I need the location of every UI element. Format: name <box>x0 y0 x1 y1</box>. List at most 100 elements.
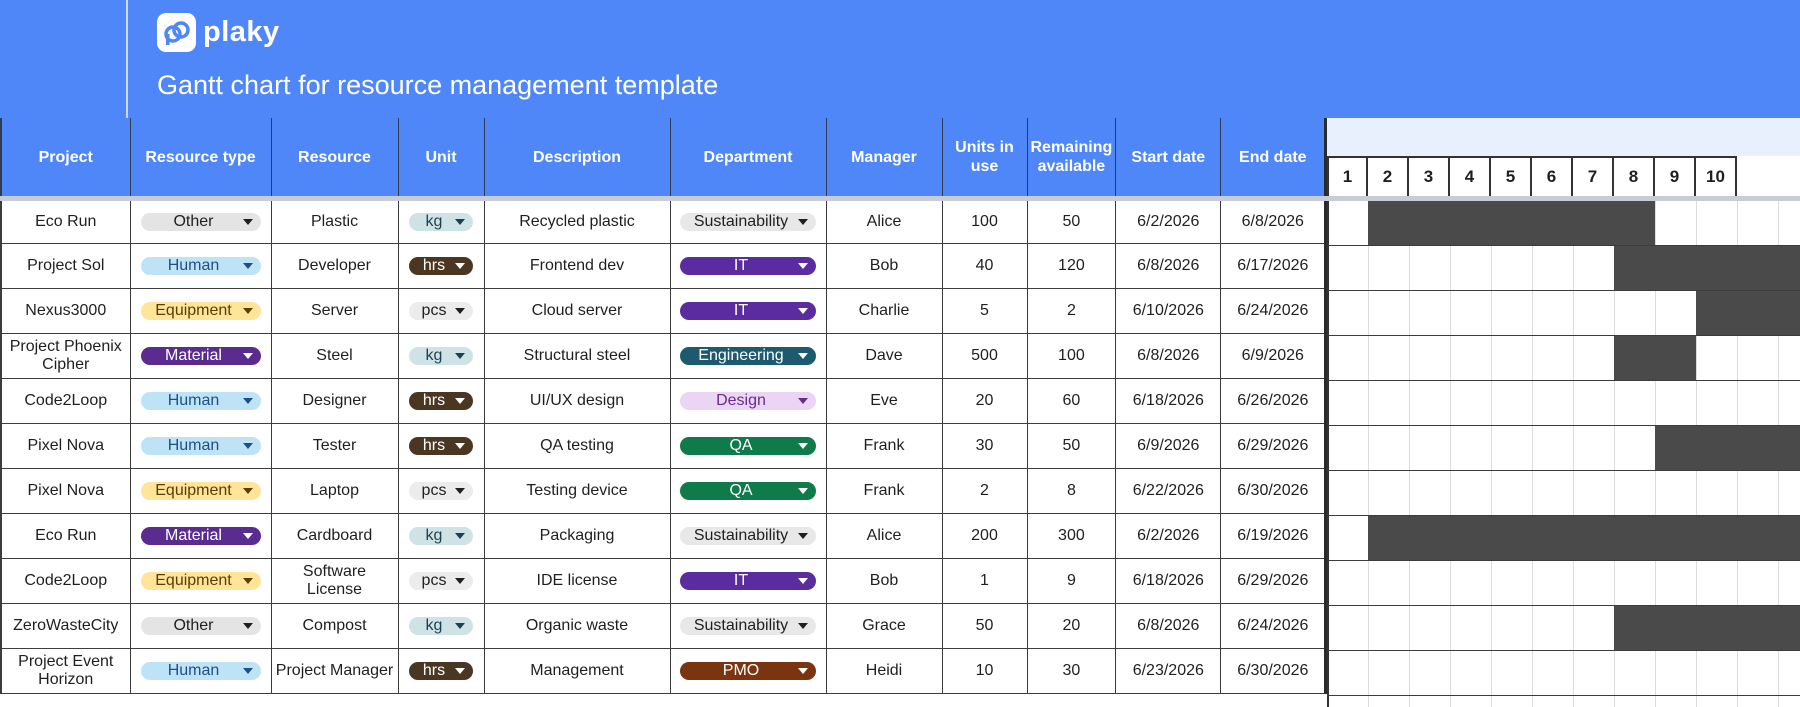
resource-type-dropdown[interactable]: Equipment <box>140 482 261 500</box>
resource-type-dropdown[interactable]: Human <box>140 437 261 455</box>
unit-dropdown[interactable]: pcs <box>409 302 473 320</box>
cell-description[interactable]: Cloud server <box>484 288 671 334</box>
column-header-department[interactable]: Department <box>670 118 827 201</box>
resource-type-dropdown[interactable]: Human <box>140 392 261 410</box>
cell-manager[interactable]: Frank <box>826 468 943 514</box>
unit-dropdown[interactable]: pcs <box>409 482 473 500</box>
department-dropdown[interactable]: Design <box>680 392 816 410</box>
cell-resource[interactable]: Tester <box>271 423 399 469</box>
table-row[interactable]: Project Sol Human Developer hrs Frontend dev… <box>0 243 1328 289</box>
cell-start-date[interactable]: 6/23/2026 <box>1115 648 1222 694</box>
cell-resource[interactable]: Server <box>271 288 399 334</box>
table-row[interactable]: Eco Run Other Plastic kg Recycled plastic Sus… <box>0 198 1328 244</box>
cell-units-in-use[interactable]: 30 <box>942 423 1028 469</box>
cell-resource[interactable]: Steel <box>271 333 399 379</box>
cell-units-in-use[interactable]: 40 <box>942 243 1028 289</box>
unit-dropdown[interactable]: hrs <box>409 662 473 680</box>
table-row[interactable]: Pixel Nova Human Tester hrs QA testing QA Fran… <box>0 423 1328 469</box>
cell-manager[interactable]: Bob <box>826 558 943 604</box>
cell-units-in-use[interactable]: 500 <box>942 333 1028 379</box>
cell-description[interactable]: Structural steel <box>484 333 671 379</box>
cell-end-date[interactable]: 6/30/2026 <box>1220 648 1328 694</box>
cell-units-in-use[interactable]: 50 <box>942 603 1028 649</box>
cell-remaining-available[interactable]: 20 <box>1027 603 1117 649</box>
column-header-project[interactable]: Project <box>0 118 131 201</box>
department-dropdown[interactable]: IT <box>680 572 816 590</box>
cell-description[interactable]: IDE license <box>484 558 671 604</box>
cell-resource[interactable]: Plastic <box>271 198 399 244</box>
cell-project[interactable]: Pixel Nova <box>0 423 131 469</box>
department-dropdown[interactable]: IT <box>680 257 816 275</box>
cell-units-in-use[interactable]: 20 <box>942 378 1028 424</box>
resource-type-dropdown[interactable]: Material <box>140 527 261 545</box>
cell-project[interactable]: ZeroWasteCity <box>0 603 131 649</box>
resource-type-dropdown[interactable]: Human <box>140 662 261 680</box>
cell-start-date[interactable]: 6/2/2026 <box>1115 513 1222 559</box>
cell-manager[interactable]: Eve <box>826 378 943 424</box>
unit-dropdown[interactable]: kg <box>409 617 473 635</box>
unit-dropdown[interactable]: kg <box>409 527 473 545</box>
resource-type-dropdown[interactable]: Human <box>140 257 261 275</box>
column-header-remaining-available[interactable]: Remaining available <box>1027 118 1117 201</box>
gantt-bar[interactable] <box>1614 246 1800 290</box>
department-dropdown[interactable]: PMO <box>680 662 816 680</box>
cell-end-date[interactable]: 6/24/2026 <box>1220 288 1328 334</box>
gantt-bar[interactable] <box>1696 291 1800 335</box>
table-row[interactable]: Eco Run Material Cardboard kg Packaging Susta… <box>0 513 1328 559</box>
cell-resource[interactable]: Laptop <box>271 468 399 514</box>
table-row[interactable]: ZeroWasteCity Other Compost kg Organic waste… <box>0 603 1328 649</box>
table-row[interactable]: Project Phoenix Cipher Material Steel kg Str… <box>0 333 1328 379</box>
cell-end-date[interactable]: 6/29/2026 <box>1220 423 1328 469</box>
gantt-bar[interactable] <box>1614 336 1696 380</box>
resource-type-dropdown[interactable]: Equipment <box>140 302 261 320</box>
cell-start-date[interactable]: 6/18/2026 <box>1115 558 1222 604</box>
cell-remaining-available[interactable]: 300 <box>1027 513 1117 559</box>
department-dropdown[interactable]: Sustainability <box>680 617 816 635</box>
cell-remaining-available[interactable]: 60 <box>1027 378 1117 424</box>
cell-start-date[interactable]: 6/22/2026 <box>1115 468 1222 514</box>
resource-type-dropdown[interactable]: Material <box>140 347 261 365</box>
cell-start-date[interactable]: 6/9/2026 <box>1115 423 1222 469</box>
department-dropdown[interactable]: QA <box>680 437 816 455</box>
gantt-bar[interactable] <box>1655 426 1800 470</box>
cell-resource[interactable]: Cardboard <box>271 513 399 559</box>
cell-manager[interactable]: Bob <box>826 243 943 289</box>
cell-project[interactable]: Nexus3000 <box>0 288 131 334</box>
cell-start-date[interactable]: 6/10/2026 <box>1115 288 1222 334</box>
cell-project[interactable]: Code2Loop <box>0 558 131 604</box>
cell-project[interactable]: Project Event Horizon <box>0 648 131 694</box>
table-row[interactable]: Project Event Horizon Human Project Manage… <box>0 648 1328 694</box>
column-header-end-date[interactable]: End date <box>1220 118 1328 201</box>
unit-dropdown[interactable]: hrs <box>409 392 473 410</box>
cell-description[interactable]: Organic waste <box>484 603 671 649</box>
cell-resource[interactable]: Designer <box>271 378 399 424</box>
cell-project[interactable]: Eco Run <box>0 513 131 559</box>
cell-manager[interactable]: Dave <box>826 333 943 379</box>
table-row[interactable]: Nexus3000 Equipment Server pcs Cloud server I… <box>0 288 1328 334</box>
resource-type-dropdown[interactable]: Other <box>140 213 261 231</box>
cell-units-in-use[interactable]: 200 <box>942 513 1028 559</box>
cell-remaining-available[interactable]: 50 <box>1027 423 1117 469</box>
unit-dropdown[interactable]: pcs <box>409 572 473 590</box>
cell-resource[interactable]: Software License <box>271 558 399 604</box>
resource-type-dropdown[interactable]: Other <box>140 617 261 635</box>
plaky-logo[interactable]: plaky <box>157 13 280 52</box>
cell-manager[interactable]: Grace <box>826 603 943 649</box>
cell-project[interactable]: Code2Loop <box>0 378 131 424</box>
cell-end-date[interactable]: 6/8/2026 <box>1220 198 1328 244</box>
cell-units-in-use[interactable]: 1 <box>942 558 1028 604</box>
column-header-start-date[interactable]: Start date <box>1115 118 1222 201</box>
column-header-unit[interactable]: Unit <box>398 118 485 201</box>
unit-dropdown[interactable]: kg <box>409 213 473 231</box>
cell-remaining-available[interactable]: 120 <box>1027 243 1117 289</box>
department-dropdown[interactable]: Engineering <box>680 347 816 365</box>
cell-units-in-use[interactable]: 5 <box>942 288 1028 334</box>
cell-description[interactable]: Packaging <box>484 513 671 559</box>
cell-project[interactable]: Pixel Nova <box>0 468 131 514</box>
unit-dropdown[interactable]: hrs <box>409 257 473 275</box>
table-row[interactable]: Pixel Nova Equipment Laptop pcs Testing devi… <box>0 468 1328 514</box>
cell-remaining-available[interactable]: 2 <box>1027 288 1117 334</box>
table-row[interactable]: Code2Loop Human Designer hrs UI/UX design Des… <box>0 378 1328 424</box>
department-dropdown[interactable]: Sustainability <box>680 213 816 231</box>
column-header-description[interactable]: Description <box>484 118 671 201</box>
